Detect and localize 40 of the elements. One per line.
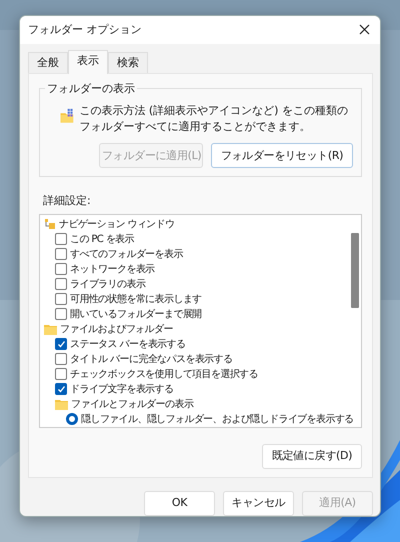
restore-defaults-button[interactable]: 既定値に戻す(D) [262,444,362,469]
option-label: ステータス バーを表示する [70,338,186,352]
checkbox[interactable] [55,383,67,396]
checkbox[interactable] [55,368,67,380]
option-label: この PC を表示 [70,232,134,247]
checkbox[interactable] [55,293,67,306]
option-label: タイトル バーに完全なパスを表示する [70,352,232,367]
tab[interactable]: 表示 [68,50,108,74]
dialog-button[interactable]: OK [144,491,215,516]
folder-icon [44,324,57,335]
scrollbar-thumb[interactable] [351,232,359,308]
option-label: すべてのフォルダーを表示 [70,248,183,262]
folder-icon [55,398,68,410]
checkbox[interactable] [55,233,67,246]
checkbox[interactable] [55,248,67,260]
checkbox[interactable] [55,353,67,366]
tab[interactable]: 全般 [28,52,68,74]
close-icon[interactable] [359,24,370,36]
option-label: ライブラリの表示 [70,278,146,292]
category-label: ナビゲーション ウィンドウ [59,218,174,232]
option-label: チェックボックスを使用して項目を選択する [70,368,258,382]
tab[interactable]: 検索 [108,52,148,74]
window-title: フォルダー オプション [28,22,142,38]
category-label: ファイルおよびフォルダー [60,322,173,337]
option-label: ネットワークを表示 [70,262,155,277]
radio-button[interactable] [66,413,78,426]
checkbox[interactable] [55,338,67,350]
description-text: この表示方法 (詳細表示やアイコンなど) をこの種類のフォルダーすべてに適用することができます。 [79,103,349,136]
option-label: ドライブ文字を表示する [70,382,174,397]
option-label: 開いているフォルダーまで展開 [70,308,202,322]
folder-button[interactable]: フォルダーをリセット(R) [211,143,353,168]
checkbox[interactable] [55,308,67,320]
category-label: ファイルとフォルダーの表示 [71,398,194,412]
option-label: 可用性の状態を常に表示します [70,292,202,307]
checkbox[interactable] [55,263,67,276]
dialog-button[interactable]: キャンセル [223,491,294,516]
advanced-settings-label: 詳細設定: [42,193,91,210]
option-label: 隠しファイル、隠しフォルダー、および隠しドライブを表示する [81,412,354,427]
checkbox[interactable] [55,278,67,290]
tree-folder-icon [44,218,56,230]
